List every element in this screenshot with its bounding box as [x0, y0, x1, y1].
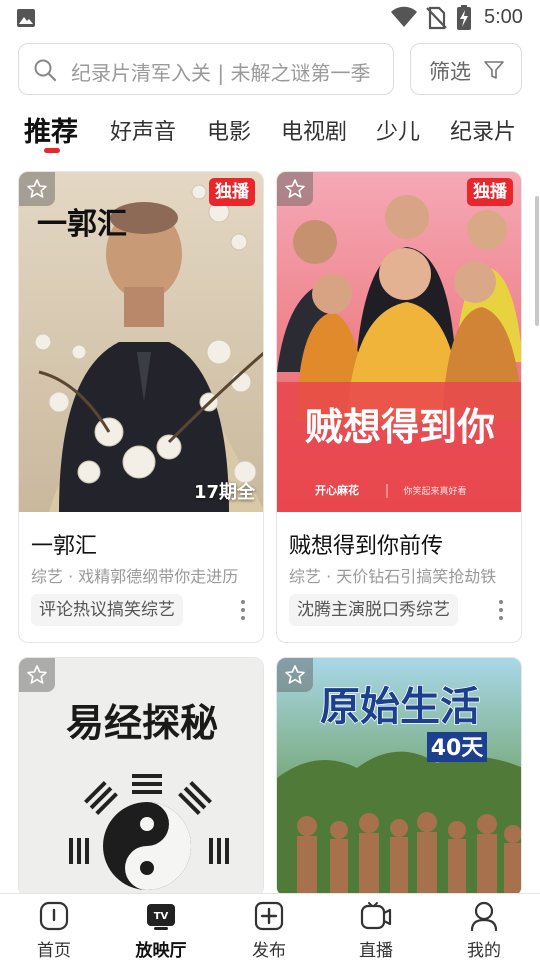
episode-count: 17期全: [193, 482, 255, 503]
profile-icon: [470, 901, 498, 932]
live-camera-icon: [360, 902, 392, 930]
card-tag[interactable]: 沈腾主演脱口秀综艺: [289, 594, 458, 626]
status-bar: 5:00: [0, 0, 540, 36]
favorite-button[interactable]: [19, 172, 55, 206]
star-icon: [285, 665, 305, 684]
tab-documentary[interactable]: 纪录片: [450, 114, 516, 146]
favorite-button[interactable]: [277, 658, 313, 692]
poster-title-text: 贼想得到你: [305, 405, 495, 449]
poster-title-text: 原始生活: [320, 684, 480, 730]
card-poster[interactable]: 一郭汇 独播 17期全: [19, 172, 263, 512]
scrollbar[interactable]: [535, 196, 539, 326]
favorite-button[interactable]: [19, 658, 55, 692]
nav-home[interactable]: 首页: [14, 894, 94, 960]
card-tag[interactable]: 评论热议搞笑综艺: [31, 594, 183, 626]
filter-icon: [484, 61, 504, 79]
status-time: 5:00: [484, 6, 523, 28]
nav-live[interactable]: 直播: [336, 894, 416, 960]
bottom-navigation: 首页 TV 放映厅 发布 直播 我的: [0, 893, 540, 960]
tv-icon: TV: [147, 904, 175, 930]
nav-publish-label: 发布: [252, 941, 286, 960]
card-poster[interactable]: 易经探秘: [19, 658, 263, 896]
tab-tv-series[interactable]: 电视剧: [281, 114, 347, 146]
star-icon: [285, 179, 305, 198]
poster-slogan-text: 你笑起来真好看: [403, 485, 466, 497]
gallery-icon: [17, 9, 35, 27]
category-tabs: 推荐 好声音 电影 电视剧 少儿 纪录片: [0, 104, 540, 156]
nav-theater[interactable]: TV 放映厅: [121, 894, 201, 960]
nav-profile-label: 我的: [467, 941, 501, 960]
filter-label: 筛选: [429, 60, 471, 84]
search-input[interactable]: 纪录片清军入关 | 未解之谜第一季: [18, 43, 394, 95]
no-sim-icon: [426, 6, 447, 30]
exclusive-badge: 独播: [209, 178, 255, 206]
tv-icon-text: TV: [154, 911, 169, 922]
nav-publish[interactable]: 发布: [229, 894, 309, 960]
wifi-icon: [391, 6, 417, 27]
card-poster[interactable]: 贼想得到你 开心麻花 你笑起来真好看 独播: [277, 172, 521, 512]
star-icon: [27, 179, 47, 198]
tab-recommend[interactable]: 推荐: [24, 110, 78, 149]
poster-title-text: 易经探秘: [66, 700, 218, 745]
card-subtitle: 综艺 · 天价钻石引搞笑抢劫铁: [289, 567, 497, 586]
add-icon: [254, 901, 284, 931]
nav-home-label: 首页: [37, 941, 71, 960]
content-card[interactable]: 一郭汇 独播 17期全 一郭汇 综艺 · 戏精郭德纲带你走进历 评论热议搞笑综艺: [18, 171, 264, 643]
exclusive-badge: 独播: [467, 178, 513, 206]
home-icon: [39, 901, 69, 931]
tab-good-voice[interactable]: 好声音: [110, 114, 176, 146]
star-icon: [27, 665, 47, 684]
search-icon: [34, 59, 57, 82]
poster-subtitle-text: 40天: [431, 736, 485, 761]
more-options-icon[interactable]: [239, 598, 247, 622]
card-title[interactable]: 一郭汇: [31, 528, 97, 560]
card-subtitle: 综艺 · 戏精郭德纲带你走进历: [31, 567, 239, 586]
content-card[interactable]: 易经探秘: [18, 657, 264, 897]
active-tab-indicator: [44, 148, 60, 153]
nav-live-label: 直播: [359, 941, 393, 960]
poster-title-text: 一郭汇: [37, 207, 127, 242]
tab-movies[interactable]: 电影: [207, 114, 251, 146]
nav-profile[interactable]: 我的: [444, 894, 524, 960]
battery-charging-icon: [457, 5, 471, 30]
favorite-button[interactable]: [277, 172, 313, 206]
tab-kids[interactable]: 少儿: [376, 114, 420, 146]
filter-button[interactable]: 筛选: [410, 43, 522, 95]
nav-theater-label: 放映厅: [135, 941, 187, 960]
content-card[interactable]: 贼想得到你 开心麻花 你笑起来真好看 独播 贼想得到你前传 综艺 · 天价钻石引…: [276, 171, 522, 643]
more-options-icon[interactable]: [497, 598, 505, 622]
poster-brand-text: 开心麻花: [315, 483, 359, 497]
card-poster[interactable]: 原始生活 40天: [277, 658, 521, 896]
search-placeholder: 纪录片清军入关 | 未解之谜第一季: [71, 61, 371, 85]
card-title[interactable]: 贼想得到你前传: [289, 528, 443, 560]
content-card[interactable]: 原始生活 40天: [276, 657, 522, 897]
